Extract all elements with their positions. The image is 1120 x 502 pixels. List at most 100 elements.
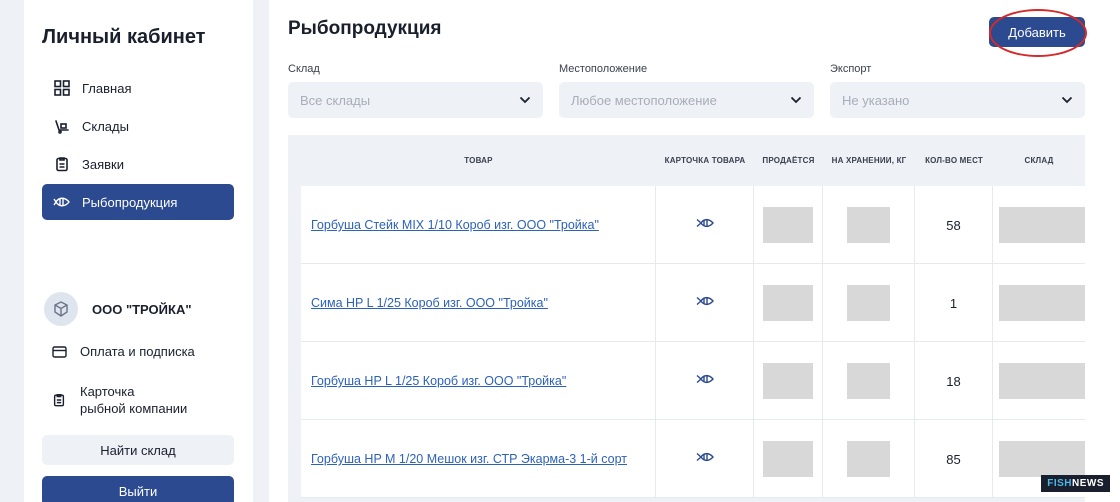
page-title: Рыбопродукция: [288, 18, 442, 39]
redacted-block: [763, 285, 813, 321]
filter-warehouse-label: Склад: [288, 63, 320, 75]
cell-places: 1: [915, 264, 993, 342]
link-company-card[interactable]: Карточка рыбной компании: [52, 383, 187, 417]
table-row: Сима HP L 1/25 Короб изг. ООО "Тройка" 1: [301, 264, 1085, 342]
redacted-block: [763, 363, 813, 399]
cell-product: Горбуша HP M 1/20 Мешок изг. СТР Экарма-…: [301, 420, 656, 498]
logout-button[interactable]: Выйти: [42, 476, 234, 502]
redacted-block: [847, 207, 890, 243]
nav-label-fish-products: Рыбопродукция: [82, 194, 178, 210]
cell-stored: [823, 342, 915, 420]
cell-places: 85: [915, 420, 993, 498]
chevron-down-icon: [1061, 96, 1073, 104]
redacted-block: [763, 441, 813, 477]
company-card-label-line2: рыбной компании: [80, 401, 188, 416]
product-link[interactable]: Горбуша HP L 1/25 Короб изг. ООО "Тройка…: [311, 374, 566, 388]
cell-product-card: [656, 186, 754, 264]
redacted-block: [999, 285, 1085, 321]
cell-warehouse: [993, 264, 1085, 342]
filter-warehouse-select[interactable]: Все склады: [288, 82, 543, 118]
cell-places: 18: [915, 342, 993, 420]
nav-label-home: Главная: [82, 80, 132, 96]
product-link[interactable]: Горбуша HP M 1/20 Мешок изг. СТР Экарма-…: [311, 452, 627, 466]
cell-selling: [754, 420, 823, 498]
filter-export-label: Экспорт: [830, 63, 872, 75]
warehouse-icon: [42, 118, 82, 134]
payment-label: Оплата и подписка: [80, 344, 195, 359]
cell-product-card: [656, 420, 754, 498]
redacted-block: [847, 285, 890, 321]
cell-stored: [823, 264, 915, 342]
filter-warehouse: Склад Все склады: [288, 63, 543, 118]
cell-product-card: [656, 342, 754, 420]
cell-warehouse: [993, 342, 1085, 420]
header-stored-kg[interactable]: НА ХРАНЕНИИ, КГ: [823, 135, 915, 185]
sidebar: Личный кабинет Главная Склады Заявки Рыб…: [24, 0, 253, 502]
card-icon: [52, 345, 80, 358]
filter-export-value: Не указано: [842, 92, 910, 108]
product-link[interactable]: Сима HP L 1/25 Короб изг. ООО "Тройка": [311, 296, 548, 310]
find-warehouse-button[interactable]: Найти склад: [42, 435, 234, 465]
cell-stored: [823, 420, 915, 498]
cell-product: Горбуша HP L 1/25 Короб изг. ООО "Тройка…: [301, 342, 656, 420]
filter-location: Местоположение Любое местоположение: [559, 63, 814, 118]
cell-selling: [754, 186, 823, 264]
fish-icon: [42, 195, 82, 209]
redacted-block: [847, 363, 890, 399]
places-count: 1: [949, 295, 958, 311]
nav-item-warehouses[interactable]: Склады: [42, 108, 234, 144]
link-payment-subscription[interactable]: Оплата и подписка: [52, 344, 195, 359]
products-table: ТОВАР КАРТОЧКА ТОВАРА ПРОДАЁТСЯ НА ХРАНЕ…: [288, 135, 1085, 502]
table-row: Горбуша HP L 1/25 Короб изг. ООО "Тройка…: [301, 342, 1085, 420]
cell-selling: [754, 264, 823, 342]
add-button[interactable]: Добавить: [989, 17, 1085, 47]
filter-location-select[interactable]: Любое местоположение: [559, 82, 814, 118]
header-places[interactable]: КОЛ-ВО МЕСТ: [915, 135, 993, 185]
company-block: ООО "ТРОЙКА": [44, 292, 192, 326]
product-link[interactable]: Горбуша Стейк MIX 1/10 Короб изг. ООО "Т…: [311, 218, 599, 232]
chevron-down-icon: [519, 96, 531, 104]
fish-card-icon[interactable]: [695, 294, 715, 312]
box-icon: [44, 292, 78, 326]
filter-location-value: Любое местоположение: [571, 92, 717, 108]
watermark-logo: FISHNEWS: [1041, 475, 1110, 492]
cell-product: Горбуша Стейк MIX 1/10 Короб изг. ООО "Т…: [301, 186, 656, 264]
filter-warehouse-value: Все склады: [300, 92, 371, 108]
nav-item-requests[interactable]: Заявки: [42, 146, 234, 182]
cell-product: Сима HP L 1/25 Короб изг. ООО "Тройка": [301, 264, 656, 342]
filter-export: Экспорт Не указано: [830, 63, 1085, 118]
cell-warehouse: [993, 186, 1085, 264]
clipboard-icon: [42, 156, 82, 172]
table-header: ТОВАР КАРТОЧКА ТОВАРА ПРОДАЁТСЯ НА ХРАНЕ…: [288, 135, 1085, 185]
company-card-label-line1: Карточка: [80, 384, 135, 399]
header-product-card[interactable]: КАРТОЧКА ТОВАРА: [656, 135, 754, 185]
filter-export-select[interactable]: Не указано: [830, 82, 1085, 118]
sidebar-title: Личный кабинет: [42, 26, 206, 48]
company-name: ООО "ТРОЙКА": [92, 301, 192, 317]
header-warehouse[interactable]: СКЛАД: [993, 135, 1085, 185]
header-selling[interactable]: ПРОДАЁТСЯ: [754, 135, 823, 185]
grid-icon: [42, 80, 82, 96]
nav-item-home[interactable]: Главная: [42, 70, 234, 106]
table-row: Горбуша HP M 1/20 Мешок изг. СТР Экарма-…: [301, 420, 1085, 498]
nav-label-requests: Заявки: [82, 156, 124, 172]
header-product[interactable]: ТОВАР: [301, 135, 656, 185]
clipboard-icon: [52, 392, 80, 408]
chevron-down-icon: [790, 96, 802, 104]
fish-card-icon[interactable]: [695, 216, 715, 234]
redacted-block: [847, 441, 890, 477]
cell-product-card: [656, 264, 754, 342]
cell-stored: [823, 186, 915, 264]
filter-location-label: Местоположение: [559, 63, 648, 75]
cell-selling: [754, 342, 823, 420]
cell-places: 58: [915, 186, 993, 264]
redacted-block: [999, 207, 1085, 243]
places-count: 18: [946, 373, 961, 389]
fish-card-icon[interactable]: [695, 372, 715, 390]
places-count: 85: [946, 451, 961, 467]
redacted-block: [999, 441, 1085, 477]
fish-card-icon[interactable]: [695, 450, 715, 468]
redacted-block: [763, 207, 813, 243]
nav-item-fish-products[interactable]: Рыбопродукция: [42, 184, 234, 220]
redacted-block: [999, 363, 1085, 399]
